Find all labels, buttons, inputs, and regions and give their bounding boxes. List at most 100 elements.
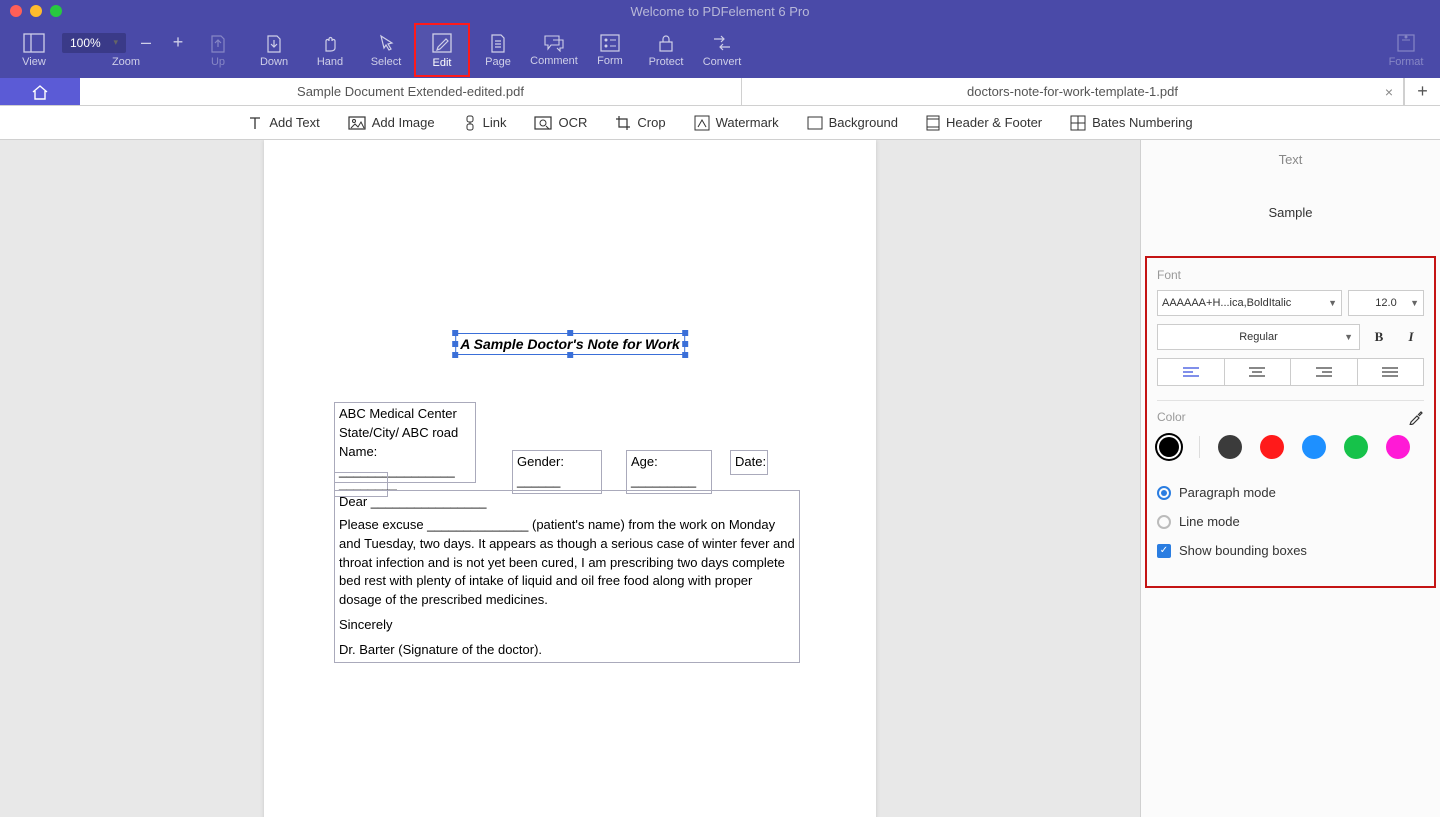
- hand-tool-button[interactable]: Hand: [302, 23, 358, 77]
- font-section-label: Font: [1157, 268, 1424, 282]
- crop-button[interactable]: Crop: [615, 115, 665, 131]
- protect-label: Protect: [649, 56, 684, 68]
- font-family-select[interactable]: AAAAAA+H...ica,BoldItalic▼: [1157, 290, 1342, 316]
- zoom-out-button[interactable]: –: [134, 32, 158, 53]
- tab-label: Sample Document Extended-edited.pdf: [297, 84, 524, 99]
- color-swatch-black[interactable]: [1157, 435, 1181, 459]
- align-justify-button[interactable]: [1357, 358, 1425, 386]
- resize-handle[interactable]: [452, 341, 458, 347]
- zoom-in-button[interactable]: +: [166, 32, 190, 53]
- page-up-icon: [209, 33, 227, 53]
- cursor-icon: [377, 33, 395, 53]
- canvas-area[interactable]: A Sample Doctor's Note for Work ABC Medi…: [0, 140, 1140, 817]
- line-mode-radio[interactable]: Line mode: [1157, 514, 1424, 529]
- view-button[interactable]: View: [6, 23, 62, 77]
- up-label: Up: [211, 56, 225, 68]
- resize-handle[interactable]: [452, 330, 458, 336]
- font-weight-select[interactable]: Regular▼: [1157, 324, 1360, 350]
- page-up-button[interactable]: Up: [190, 23, 246, 77]
- color-swatch-blue[interactable]: [1302, 435, 1326, 459]
- maximize-window-button[interactable]: [50, 5, 62, 17]
- chevron-down-icon: ▾: [113, 37, 118, 48]
- format-panel-button[interactable]: Format: [1378, 23, 1434, 77]
- link-button[interactable]: Link: [463, 115, 507, 131]
- color-swatch-magenta[interactable]: [1386, 435, 1410, 459]
- bates-numbering-button[interactable]: Bates Numbering: [1070, 115, 1192, 131]
- form-label: Form: [597, 55, 623, 67]
- format-label: Format: [1389, 56, 1424, 68]
- background-button[interactable]: Background: [807, 115, 898, 130]
- select-tool-button[interactable]: Select: [358, 23, 414, 77]
- resize-handle[interactable]: [682, 341, 688, 347]
- edit-icon: [431, 32, 453, 54]
- add-text-button[interactable]: Add Text: [247, 115, 319, 131]
- convert-icon: [711, 33, 733, 53]
- edit-tool-button[interactable]: Edit: [414, 23, 470, 77]
- down-label: Down: [260, 56, 288, 68]
- edit-sub-toolbar: Add Text Add Image Link OCR Crop Waterma…: [0, 106, 1440, 140]
- new-tab-button[interactable]: +: [1404, 78, 1440, 105]
- workspace: A Sample Doctor's Note for Work ABC Medi…: [0, 140, 1440, 817]
- checkbox-checked-icon: ✓: [1157, 544, 1171, 558]
- convert-tool-button[interactable]: Convert: [694, 23, 750, 77]
- hand-label: Hand: [317, 56, 343, 68]
- convert-label: Convert: [703, 56, 742, 68]
- pdf-page[interactable]: A Sample Doctor's Note for Work ABC Medi…: [264, 140, 876, 817]
- resize-handle[interactable]: [567, 352, 573, 358]
- watermark-button[interactable]: Watermark: [694, 115, 779, 131]
- minimize-window-button[interactable]: [30, 5, 42, 17]
- bold-button[interactable]: B: [1366, 324, 1392, 350]
- image-icon: [348, 116, 366, 130]
- ocr-button[interactable]: OCR: [534, 115, 587, 130]
- zoom-control: 100%▾ – + Zoom: [62, 32, 190, 68]
- edit-label: Edit: [433, 57, 452, 69]
- resize-handle[interactable]: [682, 330, 688, 336]
- align-right-button[interactable]: [1290, 358, 1358, 386]
- align-center-button[interactable]: [1224, 358, 1292, 386]
- paragraph-mode-radio[interactable]: Paragraph mode: [1157, 485, 1424, 500]
- document-tab-2[interactable]: doctors-note-for-work-template-1.pdf ×: [742, 78, 1404, 105]
- form-tool-button[interactable]: Form: [582, 23, 638, 77]
- page-tool-button[interactable]: Page: [470, 23, 526, 77]
- color-swatch-darkgray[interactable]: [1218, 435, 1242, 459]
- header-footer-button[interactable]: Header & Footer: [926, 115, 1042, 131]
- background-icon: [807, 116, 823, 130]
- divider: [1199, 436, 1200, 458]
- document-tab-1[interactable]: Sample Document Extended-edited.pdf: [80, 78, 742, 105]
- show-bounding-boxes-checkbox[interactable]: ✓ Show bounding boxes: [1157, 543, 1424, 558]
- font-size-select[interactable]: 12.0▼: [1348, 290, 1424, 316]
- home-tab[interactable]: [0, 78, 80, 105]
- selected-text-box[interactable]: A Sample Doctor's Note for Work: [455, 333, 685, 355]
- resize-handle[interactable]: [682, 352, 688, 358]
- page-down-icon: [265, 33, 283, 53]
- comment-label: Comment: [530, 55, 578, 67]
- format-panel: Text Sample Font AAAAAA+H...ica,BoldItal…: [1140, 140, 1440, 817]
- page-icon: [489, 33, 507, 53]
- ocr-icon: [534, 116, 552, 130]
- radio-on-icon: [1157, 486, 1171, 500]
- add-image-button[interactable]: Add Image: [348, 115, 435, 130]
- format-icon: [1396, 33, 1416, 53]
- text-box[interactable]: Dear ________________ Please excuse ____…: [334, 490, 800, 663]
- window-titlebar: Welcome to PDFelement 6 Pro: [0, 0, 1440, 22]
- chevron-down-icon: ▼: [1344, 332, 1353, 342]
- page-down-button[interactable]: Down: [246, 23, 302, 77]
- eyedropper-icon[interactable]: [1408, 409, 1424, 425]
- text-box[interactable]: Age: _________: [626, 450, 712, 494]
- close-tab-icon[interactable]: ×: [1385, 84, 1393, 100]
- align-left-button[interactable]: [1157, 358, 1225, 386]
- resize-handle[interactable]: [567, 330, 573, 336]
- italic-button[interactable]: I: [1398, 324, 1424, 350]
- close-window-button[interactable]: [10, 5, 22, 17]
- bates-icon: [1070, 115, 1086, 131]
- protect-tool-button[interactable]: Protect: [638, 23, 694, 77]
- text-icon: [247, 115, 263, 131]
- color-swatch-red[interactable]: [1260, 435, 1284, 459]
- resize-handle[interactable]: [452, 352, 458, 358]
- zoom-label: Zoom: [112, 56, 140, 68]
- text-box[interactable]: Date:: [730, 450, 768, 475]
- text-box[interactable]: Gender: ______: [512, 450, 602, 494]
- zoom-select[interactable]: 100%▾: [62, 33, 126, 53]
- color-swatch-green[interactable]: [1344, 435, 1368, 459]
- comment-tool-button[interactable]: Comment: [526, 23, 582, 77]
